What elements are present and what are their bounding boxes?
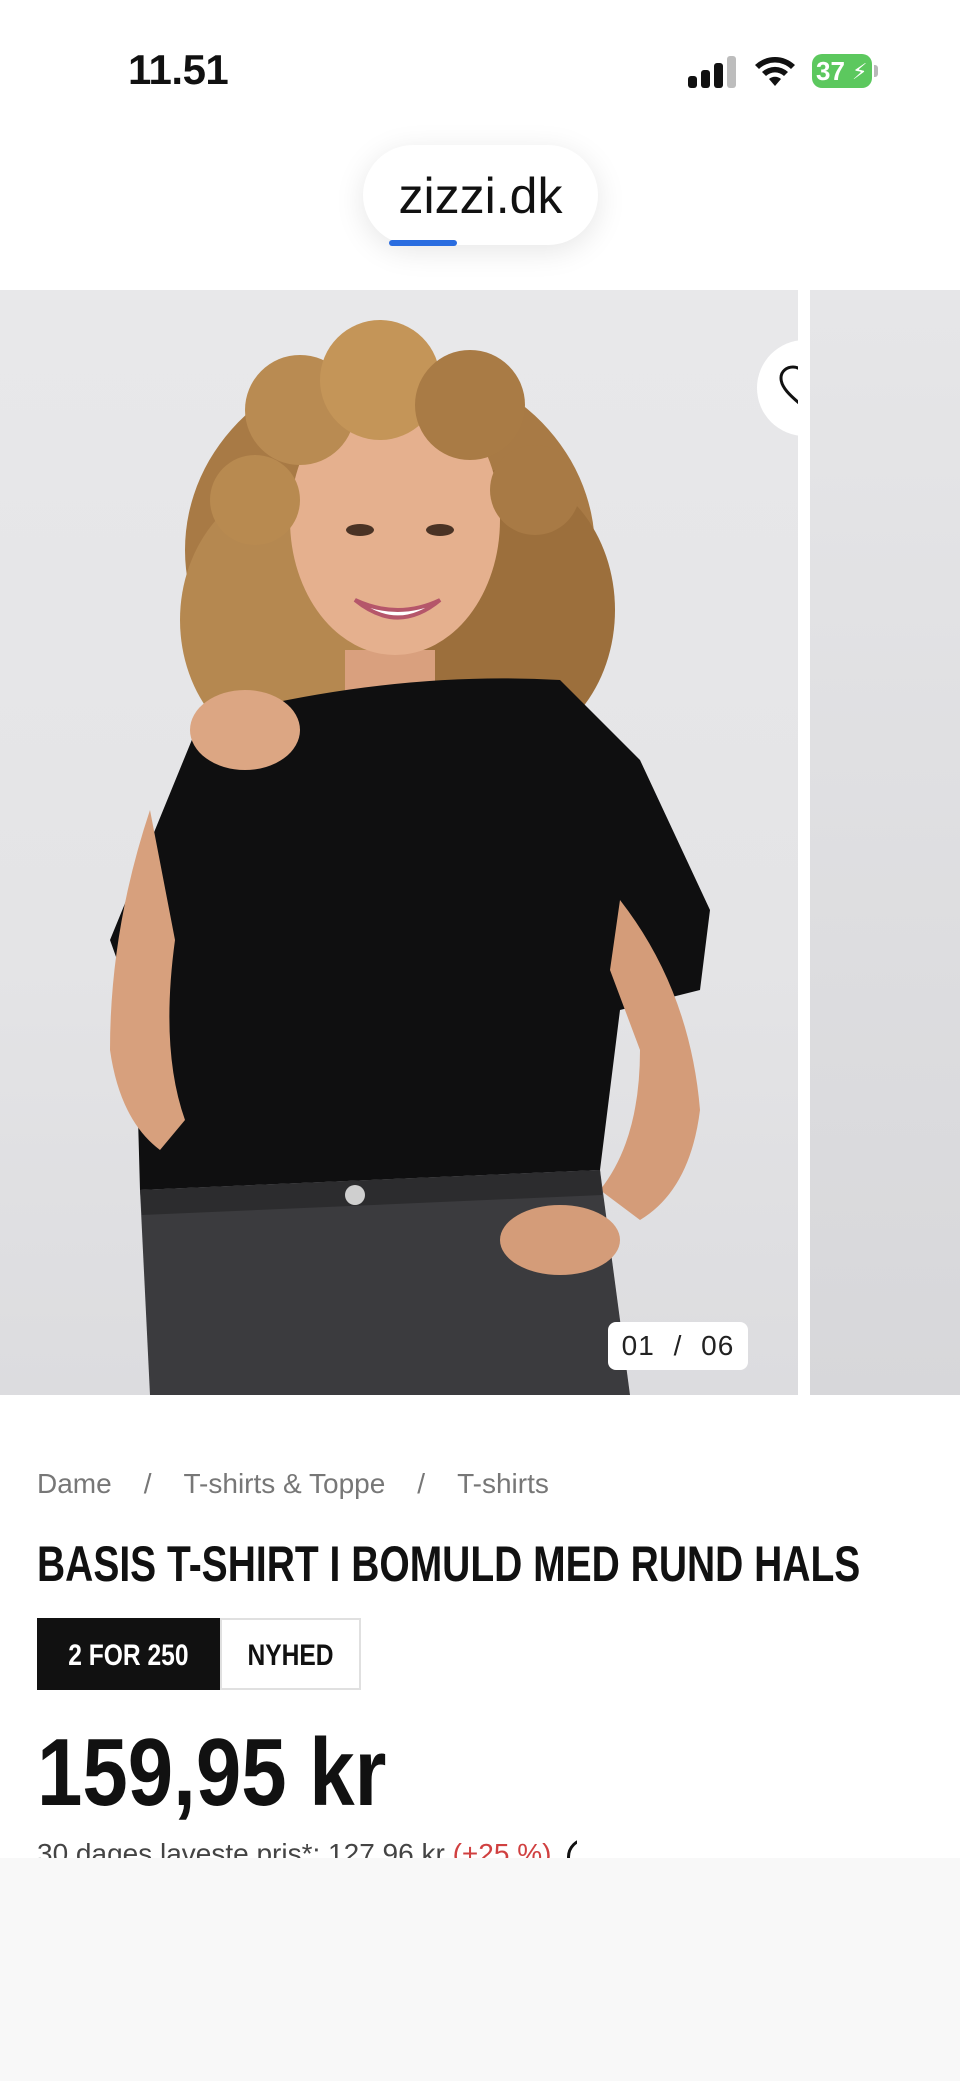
address-bar[interactable]: zizzi.dk bbox=[363, 145, 598, 246]
wifi-icon bbox=[752, 52, 798, 88]
lowest-price-percent: (+25 %) bbox=[452, 1838, 552, 1860]
lowest-price-text: 30 dages laveste pris*: 127,96 kr bbox=[37, 1838, 445, 1860]
counter-current: 01 bbox=[621, 1330, 655, 1361]
breadcrumb-separator: / bbox=[417, 1468, 426, 1499]
breadcrumb-item-tshirts-toppe[interactable]: T-shirts & Toppe bbox=[183, 1468, 385, 1500]
gallery-slide-next[interactable] bbox=[810, 290, 960, 1395]
page-load-progress bbox=[389, 240, 457, 246]
badge-new: NYHED bbox=[219, 1618, 361, 1690]
product-gallery[interactable]: 01 / 06 bbox=[0, 290, 960, 1395]
product-title: BASIS T-SHIRT I BOMULD MED RUND HALS bbox=[37, 1536, 861, 1592]
image-counter: 01 / 06 bbox=[608, 1322, 748, 1370]
product-photo bbox=[110, 320, 710, 1395]
battery-icon: 37 ⚡ bbox=[812, 54, 878, 88]
gallery-slide-current[interactable]: 01 / 06 bbox=[0, 290, 798, 1395]
heart-icon bbox=[779, 365, 798, 405]
product-price: 159,95 kr bbox=[37, 1719, 387, 1826]
info-icon[interactable] bbox=[567, 1838, 577, 1860]
breadcrumb-item-tshirts[interactable]: T-shirts bbox=[457, 1468, 549, 1500]
breadcrumb: Dame / T-shirts & Toppe / T-shirts bbox=[37, 1468, 549, 1500]
page-loading-area bbox=[0, 1858, 960, 2081]
breadcrumb-item-dame[interactable]: Dame bbox=[37, 1468, 112, 1500]
url-text: zizzi.dk bbox=[398, 168, 563, 224]
status-time: 11.51 bbox=[128, 46, 229, 93]
badge-promo: 2 FOR 250 bbox=[37, 1618, 220, 1690]
breadcrumb-separator: / bbox=[143, 1468, 152, 1499]
counter-total: 06 bbox=[701, 1330, 735, 1361]
cellular-signal-icon bbox=[688, 56, 736, 88]
status-bar: 11.51 37 ⚡ bbox=[0, 0, 960, 140]
counter-separator: / bbox=[673, 1330, 683, 1361]
lowest-price-note: 30 dages laveste pris*: 127,96 kr (+25 %… bbox=[37, 1838, 577, 1860]
battery-level: 37 bbox=[816, 56, 845, 86]
charging-bolt-icon: ⚡ bbox=[852, 59, 868, 84]
product-badges: 2 FOR 250 NYHED bbox=[37, 1618, 361, 1690]
